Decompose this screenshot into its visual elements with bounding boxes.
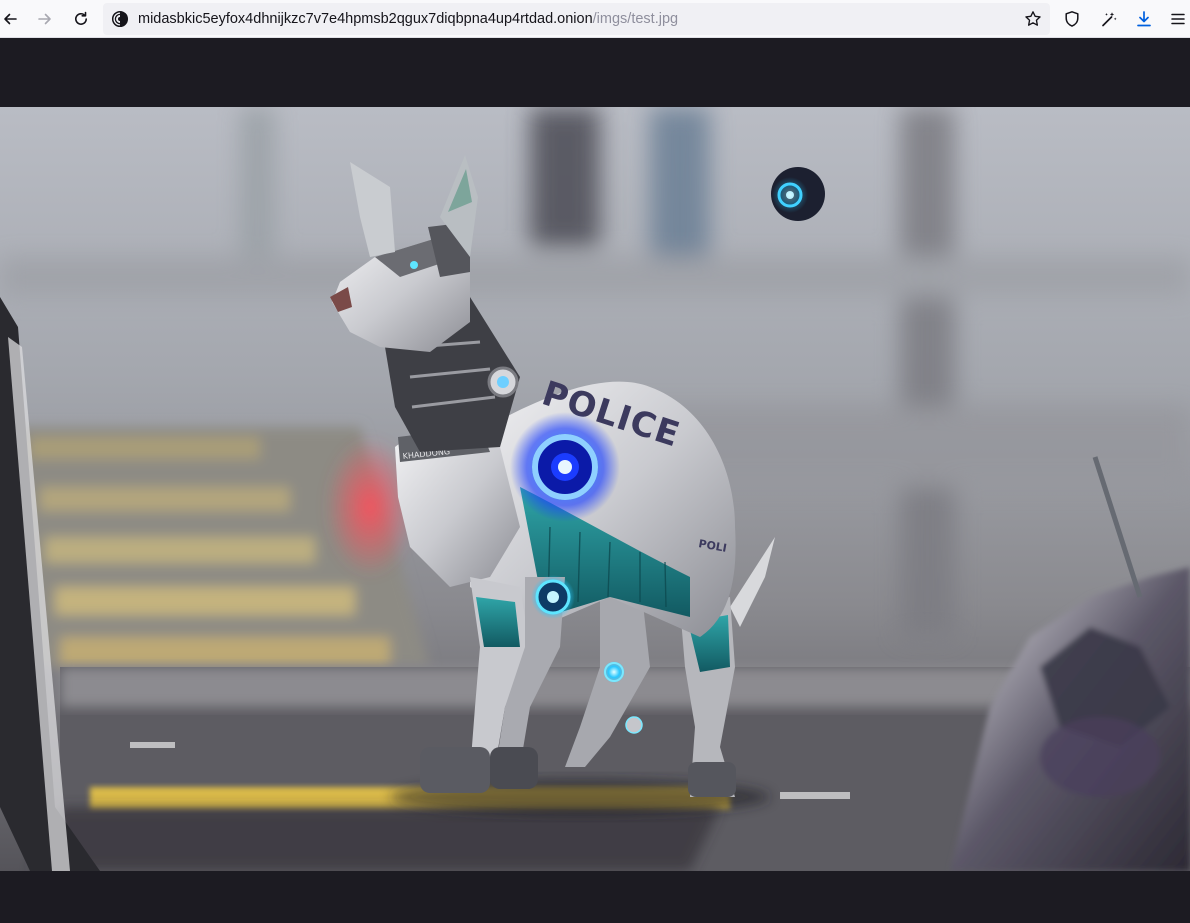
- url-bar[interactable]: midasbkic5eyfox4dhnijkzc7v7e4hpmsb2qgux7…: [103, 3, 1050, 35]
- star-icon: [1025, 11, 1041, 26]
- downloads-button[interactable]: [1130, 5, 1158, 33]
- app-menu-button[interactable]: [1164, 5, 1190, 33]
- forward-button[interactable]: [31, 5, 59, 33]
- image-viewer: POLICE POLI KHADDONG: [0, 38, 1190, 923]
- download-icon: [1137, 11, 1151, 27]
- url-path: /imgs/test.jpg: [592, 11, 679, 27]
- extensions-button[interactable]: [1095, 5, 1123, 33]
- back-button[interactable]: [0, 5, 24, 33]
- displayed-image[interactable]: POLICE POLI KHADDONG: [0, 107, 1190, 871]
- magic-wand-icon: [1102, 12, 1117, 27]
- arrow-right-icon: [38, 13, 51, 25]
- tracking-protection-button[interactable]: [1058, 5, 1086, 33]
- reload-icon: [75, 11, 87, 25]
- onion-site-icon[interactable]: [111, 10, 129, 28]
- hamburger-menu-icon: [1171, 13, 1185, 25]
- browser-toolbar: midasbkic5eyfox4dhnijkzc7v7e4hpmsb2qgux7…: [0, 0, 1190, 38]
- reload-button[interactable]: [67, 5, 95, 33]
- url-host: midasbkic5eyfox4dhnijkzc7v7e4hpmsb2qgux7…: [138, 11, 593, 27]
- robot-police-dog-image: POLICE POLI KHADDONG: [0, 107, 1190, 871]
- arrow-left-icon: [4, 13, 17, 25]
- url-text[interactable]: midasbkic5eyfox4dhnijkzc7v7e4hpmsb2qgux7…: [138, 3, 678, 35]
- bookmark-button[interactable]: [1022, 8, 1044, 30]
- shield-icon: [1065, 11, 1079, 27]
